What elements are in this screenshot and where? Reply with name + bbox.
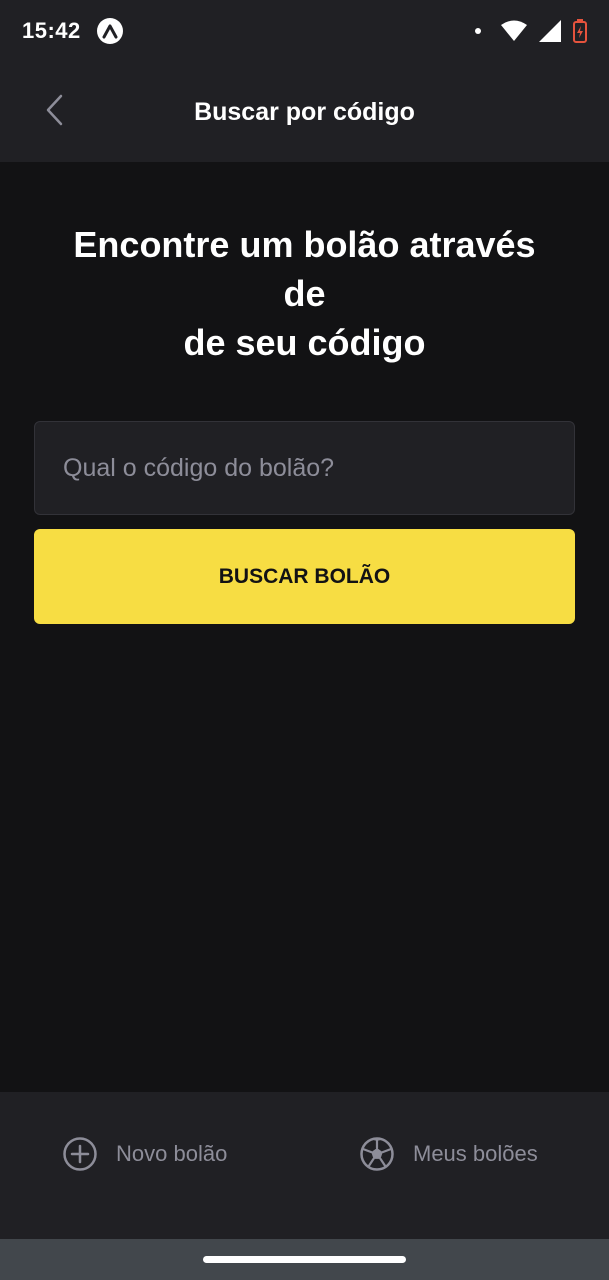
tab-label-my-pools: Meus bolões xyxy=(413,1141,538,1166)
app-header: Buscar por código xyxy=(0,62,609,162)
headline-line-2: de xyxy=(283,273,326,314)
search-pool-button[interactable]: BUSCAR BOLÃO xyxy=(34,529,575,624)
notification-dot-icon xyxy=(475,28,481,34)
back-button[interactable] xyxy=(34,88,74,132)
signal-icon xyxy=(539,20,561,42)
bottom-tab-bar: Novo bolão Meus bolões xyxy=(0,1092,609,1239)
system-nav-bar xyxy=(0,1239,609,1280)
plus-circle-icon xyxy=(63,1137,97,1171)
battery-charging-icon xyxy=(573,19,587,43)
status-time: 15:42 xyxy=(22,18,81,43)
tab-my-pools[interactable]: Meus bolões xyxy=(359,1134,538,1174)
headline-line-1: Encontre um bolão através xyxy=(73,224,536,265)
chevron-left-icon xyxy=(46,94,63,126)
headline: Encontre um bolão através de de seu códi… xyxy=(34,220,575,367)
headline-line-3: de seu código xyxy=(183,322,426,363)
expo-icon xyxy=(96,18,123,44)
status-icons xyxy=(475,19,587,43)
home-indicator[interactable] xyxy=(203,1256,406,1263)
tab-label-new-pool: Novo bolão xyxy=(116,1141,228,1166)
main-content: Encontre um bolão através de de seu códi… xyxy=(0,162,609,1092)
page-title: Buscar por código xyxy=(194,97,415,126)
status-bar: 15:42 xyxy=(0,0,609,62)
soccer-ball-icon xyxy=(360,1137,394,1171)
pool-code-input[interactable] xyxy=(34,421,575,515)
screen: 15:42 Buscar por código Encontre um bolã… xyxy=(0,0,609,1280)
tab-new-pool[interactable]: Novo bolão xyxy=(62,1134,227,1174)
wifi-icon xyxy=(501,20,527,41)
